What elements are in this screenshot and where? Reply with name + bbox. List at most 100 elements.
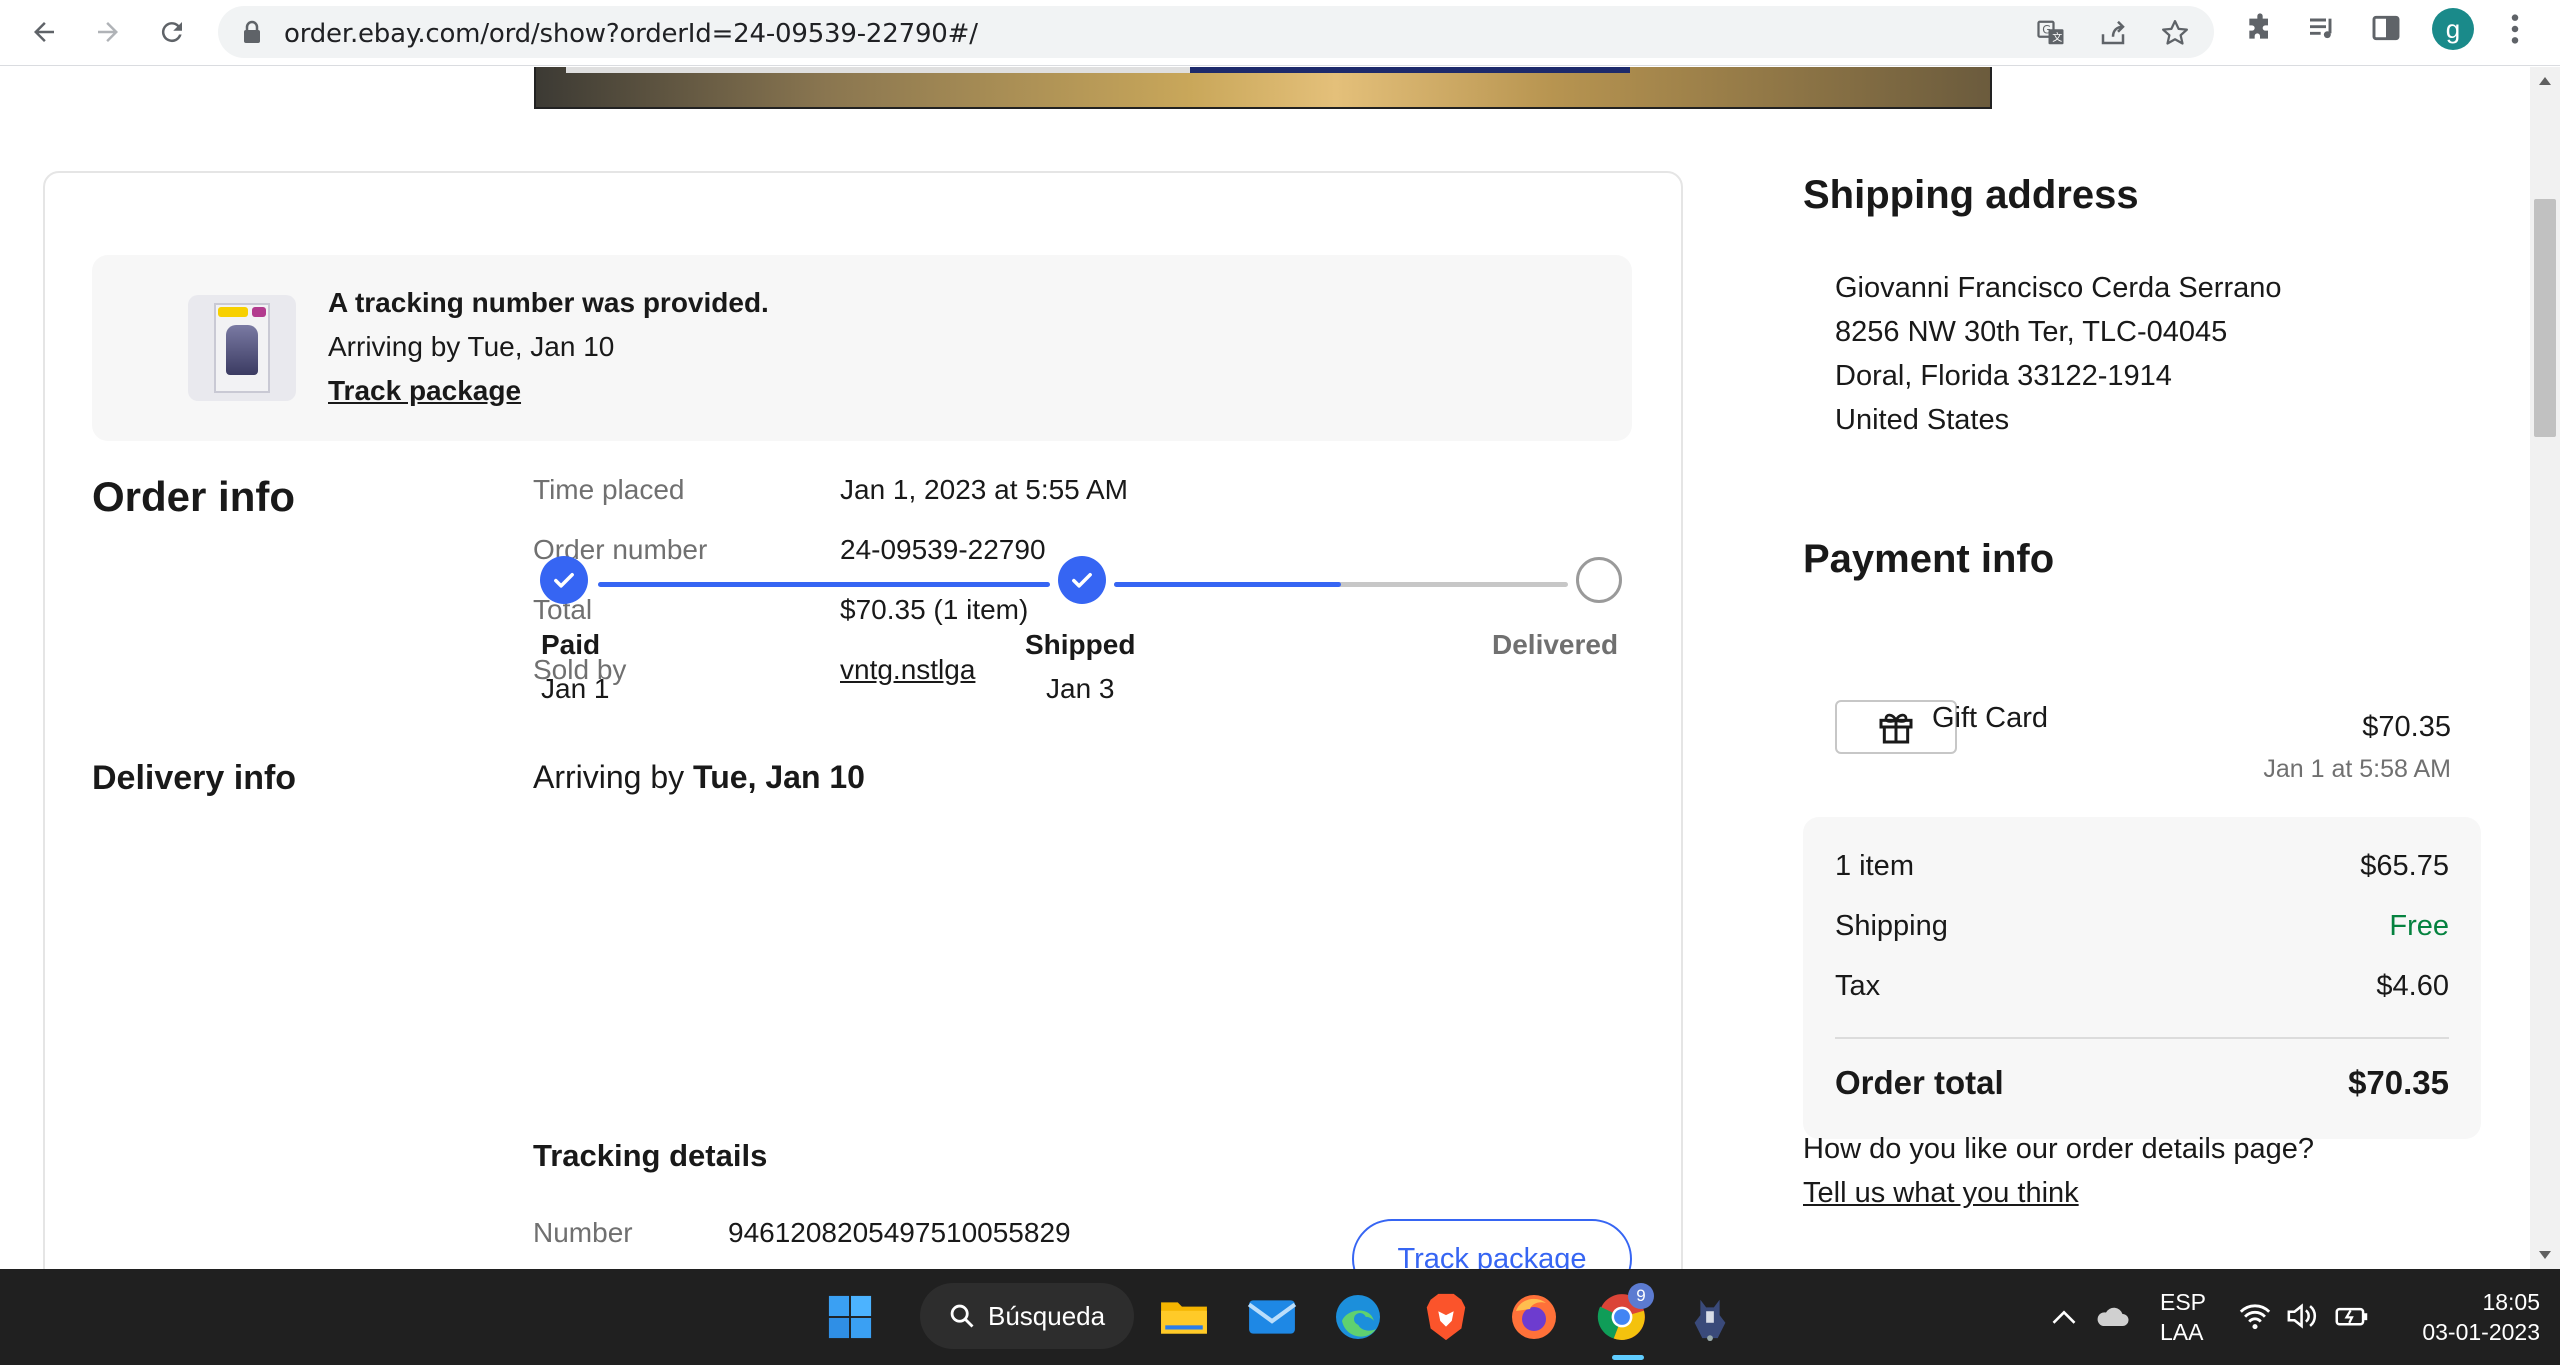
profile-avatar[interactable]: g (2432, 8, 2474, 50)
summary-shipping-value: Free (2389, 910, 2449, 942)
shipping-address-heading: Shipping address (1803, 173, 2139, 217)
page-scrollbar[interactable] (2530, 67, 2560, 1269)
thumbnail-logo (218, 307, 248, 317)
order-total-value: $70.35 (2348, 1064, 2449, 1101)
reload-button[interactable] (150, 10, 194, 54)
translate-icon[interactable]: G文 (2036, 18, 2066, 48)
progress-track-1 (598, 582, 1050, 587)
summary-tax-row: Tax $4.60 (1835, 970, 2449, 1003)
browser-toolbar: order.ebay.com/ord/show?orderId=24-09539… (0, 0, 2560, 66)
seller-link[interactable]: vntg.nstlga (840, 654, 975, 685)
clock-time: 18:05 (2482, 1289, 2540, 1315)
check-icon (554, 573, 574, 588)
step-shipped-date: Jan 3 (1046, 673, 1115, 704)
language-indicator[interactable]: ESP LAA (2160, 1287, 2207, 1347)
sidepanel-icon[interactable] (2370, 12, 2402, 44)
firefox-app[interactable] (1506, 1289, 1562, 1345)
track-package-link[interactable]: Track package (328, 375, 521, 407)
taskbar-search[interactable]: Búsqueda (920, 1283, 1134, 1349)
summary-total-row: Order total $70.35 (1835, 1064, 2449, 1102)
clock[interactable]: 18:05 03-01-2023 (2390, 1287, 2540, 1347)
address-name: Giovanni Francisco Cerda Serrano (1835, 272, 2282, 304)
app-icon (1694, 1299, 1726, 1342)
summary-shipping-label: Shipping (1835, 910, 1948, 942)
step-shipped-dot (1058, 556, 1106, 604)
chevron-up-icon[interactable] (2050, 1307, 2078, 1327)
step-delivered-dot (1576, 557, 1622, 603)
summary-items-label: 1 item (1835, 850, 1914, 882)
forward-icon (98, 22, 118, 42)
volume-icon[interactable] (2286, 1301, 2320, 1331)
order-number-value: 24-09539-22790 (840, 534, 1046, 565)
url-text[interactable]: order.ebay.com/ord/show?orderId=24-09539… (284, 19, 978, 49)
chrome-app[interactable]: 9 (1594, 1283, 1654, 1345)
scrollbar-thumb[interactable] (2534, 199, 2556, 437)
battery-icon[interactable] (2334, 1301, 2370, 1331)
total-value: $70.35 (1 item) (840, 594, 1029, 625)
address-street: 8256 NW 30th Ter, TLC-04045 (1835, 316, 2228, 348)
scroll-up-arrow[interactable] (2539, 77, 2551, 85)
feedback-link[interactable]: Tell us what you think (1803, 1177, 2079, 1210)
back-button[interactable] (22, 10, 66, 54)
language-top: ESP (2160, 1289, 2207, 1315)
firefox-icon (1512, 1295, 1556, 1339)
summary-tax-value: $4.60 (2376, 970, 2449, 1002)
search-label: Búsqueda (988, 1300, 1106, 1331)
time-placed-value: Jan 1, 2023 at 5:55 AM (840, 474, 1128, 505)
brave-app[interactable] (1418, 1289, 1474, 1345)
tracking-number-value: 9461208205497510055829 (728, 1217, 1071, 1248)
step-delivered-label: Delivered (1492, 629, 1619, 660)
scroll-down-arrow[interactable] (2539, 1251, 2551, 1259)
track-package-button[interactable]: Track package (1352, 1219, 1632, 1269)
step-shipped-label: Shipped (1025, 629, 1136, 660)
step-paid-label: Paid (541, 629, 601, 660)
promo-banner-image[interactable] (534, 67, 1992, 109)
tracking-number-label: Number (533, 1217, 633, 1248)
file-explorer-app[interactable] (1156, 1289, 1212, 1345)
language-bottom: LAA (2160, 1319, 2204, 1345)
step-paid-dot (540, 556, 588, 604)
cloud-icon[interactable] (2094, 1305, 2130, 1329)
address-country: United States (1835, 404, 2010, 436)
clock-date: 03-01-2023 (2422, 1319, 2540, 1345)
mail-app[interactable] (1244, 1289, 1300, 1345)
summary-divider (1835, 1037, 2449, 1039)
file-explorer-icon (1161, 1302, 1207, 1334)
address-bar[interactable]: order.ebay.com/ord/show?orderId=24-09539… (218, 6, 2214, 58)
back-icon (34, 22, 54, 42)
start-button[interactable] (822, 1289, 878, 1345)
svg-text:文: 文 (2052, 31, 2062, 44)
lock-icon[interactable] (242, 20, 262, 44)
share-icon[interactable] (2098, 18, 2128, 48)
order-summary: 1 item $65.75 Shipping Free Tax $4.60 Or… (1803, 817, 2481, 1139)
item-thumbnail[interactable] (188, 295, 296, 401)
star-icon[interactable] (2160, 18, 2190, 48)
payment-method: Gift Card (1932, 702, 2049, 734)
search-icon (950, 1304, 974, 1328)
edge-app[interactable] (1330, 1289, 1386, 1345)
check-icon (1072, 573, 1092, 588)
payment-amount: $70.35 (2362, 711, 2451, 743)
pinned-app[interactable] (1682, 1289, 1738, 1345)
edge-icon (1336, 1295, 1380, 1339)
menu-icon[interactable] (2500, 12, 2530, 46)
brave-icon (1426, 1293, 1466, 1341)
thumbnail-badge (252, 307, 266, 317)
media-icon[interactable] (2306, 12, 2338, 44)
notice-subtitle: Arriving by Tue, Jan 10 (328, 331, 615, 362)
active-app-indicator (1612, 1355, 1644, 1360)
summary-items-row: 1 item $65.75 (1835, 850, 2449, 883)
forward-button[interactable] (86, 10, 130, 54)
progress-track-2 (1114, 582, 1568, 587)
time-placed-label: Time placed (533, 474, 685, 505)
mail-icon (1247, 1300, 1297, 1334)
summary-items-value: $65.75 (2360, 850, 2449, 882)
wifi-icon[interactable] (2238, 1301, 2272, 1331)
progress-track-2-fill (1114, 582, 1341, 587)
banner-dark-strip (1190, 67, 1630, 73)
payment-date: Jan 1 at 5:58 AM (2263, 755, 2451, 783)
tracking-notice: A tracking number was provided. Arriving… (92, 255, 1632, 441)
gift-card-icon (1879, 713, 1913, 744)
extensions-icon[interactable] (2244, 12, 2276, 44)
payment-info-heading: Payment info (1803, 537, 2055, 581)
